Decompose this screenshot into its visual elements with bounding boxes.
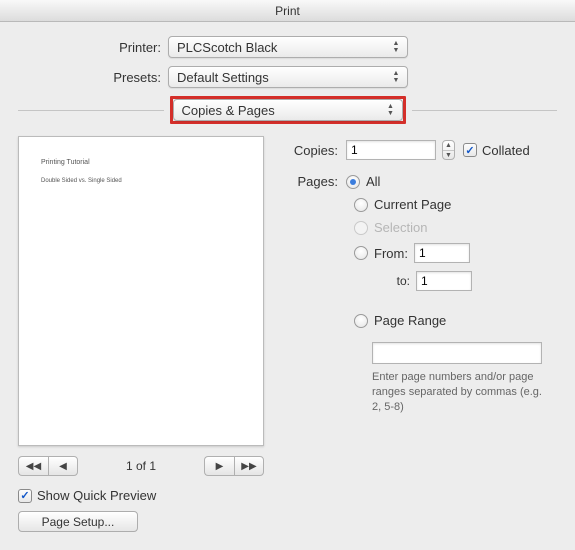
pages-to-label: to:	[392, 274, 416, 288]
page-position: 1 of 1	[78, 459, 204, 473]
chevron-updown-icon: ▲▼	[389, 39, 403, 55]
checkbox-icon: ✓	[463, 143, 477, 157]
preview-column: Printing Tutorial Double Sided vs. Singl…	[18, 136, 264, 532]
divider	[412, 110, 558, 111]
radio-icon	[354, 246, 368, 260]
section-select[interactable]: Copies & Pages ▲▼	[173, 99, 403, 121]
page-range-help: Enter page numbers and/or page ranges se…	[372, 370, 542, 415]
dialog-content: Printer: PLCScotch Black ▲▼ Presets: Def…	[0, 22, 575, 542]
last-icon: ▶▶	[241, 461, 256, 472]
collated-label: Collated	[482, 143, 530, 158]
first-icon: ◀◀	[26, 461, 41, 472]
pages-selection-label: Selection	[374, 220, 427, 235]
chevron-updown-icon: ▲▼	[384, 102, 398, 118]
presets-select[interactable]: Default Settings ▲▼	[168, 66, 408, 88]
prev-icon: ◀	[59, 461, 67, 472]
radio-icon	[354, 221, 368, 235]
presets-value: Default Settings	[177, 70, 269, 85]
collated-checkbox[interactable]: ✓ Collated	[463, 143, 530, 158]
page-range-label: Page Range	[374, 313, 446, 328]
radio-icon	[354, 198, 368, 212]
last-page-button[interactable]: ▶▶	[234, 456, 264, 476]
prev-page-button[interactable]: ◀	[48, 456, 78, 476]
section-highlight: Copies & Pages ▲▼	[170, 96, 406, 124]
page-setup-button[interactable]: Page Setup...	[18, 511, 138, 532]
stepper-down-icon: ▼	[443, 151, 454, 160]
pages-current-label: Current Page	[374, 197, 451, 212]
quick-preview-label: Show Quick Preview	[37, 488, 156, 503]
presets-label: Presets:	[18, 70, 168, 85]
divider	[18, 110, 164, 111]
page-range-input[interactable]	[372, 342, 542, 364]
printer-label: Printer:	[18, 40, 168, 55]
preview-nav: ◀◀ ◀ 1 of 1 ▶ ▶▶	[18, 456, 264, 476]
preview-doc-subtitle: Double Sided vs. Single Sided	[41, 178, 241, 184]
page-range-radio[interactable]: Page Range	[354, 313, 446, 328]
pages-all-radio[interactable]: All	[346, 174, 380, 189]
pages-from-input[interactable]	[414, 243, 470, 263]
stepper-up-icon: ▲	[443, 141, 454, 151]
chevron-updown-icon: ▲▼	[389, 69, 403, 85]
printer-select[interactable]: PLCScotch Black ▲▼	[168, 36, 408, 58]
pages-from-radio[interactable]: From:	[354, 246, 408, 261]
radio-icon	[354, 314, 368, 328]
next-page-button[interactable]: ▶	[204, 456, 234, 476]
pages-to-input[interactable]	[416, 271, 472, 291]
options-column: Copies: ▲ ▼ ✓ Collated Pages: All	[288, 136, 557, 532]
first-page-button[interactable]: ◀◀	[18, 456, 48, 476]
pages-from-label: From:	[374, 246, 408, 261]
printer-value: PLCScotch Black	[177, 40, 277, 55]
pages-current-radio[interactable]: Current Page	[354, 197, 451, 212]
copies-label: Copies:	[288, 143, 346, 158]
preview-page: Printing Tutorial Double Sided vs. Singl…	[18, 136, 264, 446]
copies-input[interactable]	[346, 140, 436, 160]
pages-label: Pages:	[288, 174, 346, 189]
quick-preview-checkbox[interactable]: ✓ Show Quick Preview	[18, 488, 156, 503]
radio-icon	[346, 175, 360, 189]
window-titlebar: Print	[0, 0, 575, 22]
copies-stepper[interactable]: ▲ ▼	[442, 140, 455, 160]
section-value: Copies & Pages	[182, 103, 275, 118]
checkbox-icon: ✓	[18, 489, 32, 503]
pages-selection-radio: Selection	[354, 220, 427, 235]
next-icon: ▶	[216, 461, 224, 472]
pages-all-label: All	[366, 174, 380, 189]
preview-doc-title: Printing Tutorial	[41, 159, 241, 166]
window-title: Print	[275, 4, 300, 18]
